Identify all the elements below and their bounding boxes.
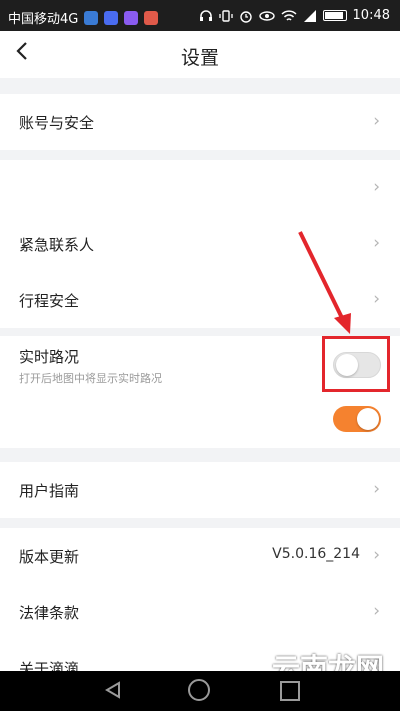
status-time: 10:48 (352, 8, 390, 23)
realtime-traffic-label: 实时路况 (19, 348, 80, 366)
nav-back-icon[interactable] (104, 681, 122, 699)
battery-icon (322, 10, 347, 21)
signal-icon (303, 9, 316, 22)
user-guide-row[interactable]: 用户指南 › (0, 462, 400, 518)
blurred-setting-row[interactable]: › (0, 160, 400, 216)
user-guide-label: 用户指南 (19, 482, 80, 500)
chevron-right-icon: › (373, 233, 380, 253)
annotation-highlight-box (322, 336, 390, 392)
eye-icon (258, 10, 275, 21)
account-security-row[interactable]: 账号与安全 › (0, 94, 400, 150)
nav-home-icon[interactable] (188, 679, 210, 701)
extra-toggle-row (0, 394, 400, 448)
chevron-right-icon: › (373, 289, 380, 309)
version-update-row[interactable]: 版本更新 V5.0.16_214 › (0, 528, 400, 584)
chevron-right-icon: › (373, 545, 380, 565)
version-update-label: 版本更新 (19, 548, 80, 566)
chevron-right-icon: › (373, 111, 380, 131)
headset-icon (199, 9, 212, 21)
notification-app-icon (84, 10, 99, 25)
toggle-knob (357, 408, 379, 430)
emergency-contact-row[interactable]: 紧急联系人 › (0, 216, 400, 272)
page-title: 设置 (180, 47, 219, 69)
example-on-toggle[interactable] (333, 406, 381, 432)
app-header: 设置 (0, 31, 400, 78)
alarm-icon (239, 10, 252, 23)
chevron-right-icon: › (373, 479, 380, 499)
wifi-icon (281, 9, 297, 21)
trip-safety-row[interactable]: 行程安全 › (0, 272, 400, 328)
system-nav-bar (0, 671, 400, 711)
legal-terms-label: 法律条款 (19, 604, 80, 622)
version-value: V5.0.16_214 (272, 546, 360, 562)
emergency-contact-label: 紧急联系人 (19, 236, 95, 254)
nav-recent-apps-icon[interactable] (280, 681, 300, 701)
carrier-label: 中国移动4G (8, 12, 79, 27)
notification-app-icon (124, 10, 139, 25)
trip-safety-label: 行程安全 (19, 292, 80, 310)
status-bar: 中国移动4G 10:48 (0, 0, 400, 31)
notification-app-icon (104, 10, 119, 25)
settings-group-account: 账号与安全 › (0, 94, 400, 150)
realtime-traffic-description: 打开后地图中将显示实时路况 (19, 372, 162, 385)
settings-group-guide: 用户指南 › (0, 462, 400, 518)
about-label: 关于滴滴 (19, 660, 80, 671)
notification-app-icon (144, 10, 159, 25)
chevron-right-icon: › (373, 601, 380, 621)
account-security-label: 账号与安全 (19, 114, 95, 132)
settings-group-safety: › 紧急联系人 › 行程安全 › (0, 160, 400, 328)
chevron-right-icon: › (373, 177, 380, 197)
legal-terms-row[interactable]: 法律条款 › (0, 584, 400, 640)
vibrate-icon (218, 9, 233, 22)
